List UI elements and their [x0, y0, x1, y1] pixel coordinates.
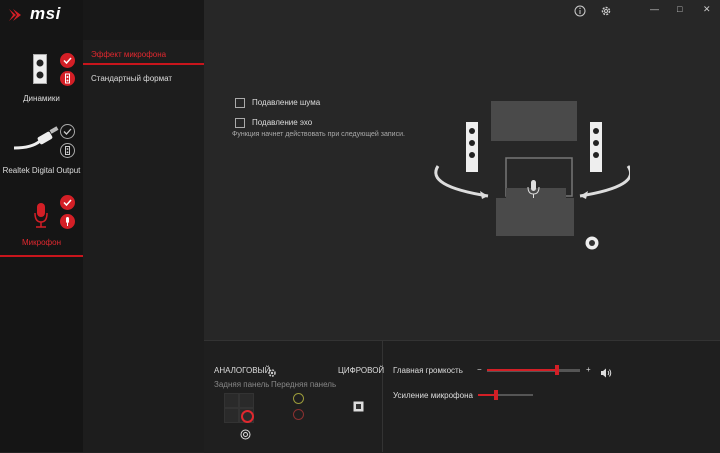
mic-boost-label: Усиление микрофона	[393, 391, 473, 400]
device-digital-output[interactable]: Realtek Digital Output	[0, 112, 83, 182]
echo-cancellation-checkbox[interactable]	[235, 118, 245, 128]
speakers-icon	[33, 54, 47, 89]
main-volume-fill	[487, 369, 557, 371]
default-check-icon[interactable]	[60, 195, 75, 210]
info-icon[interactable]	[574, 4, 586, 22]
microphone-icon	[33, 202, 49, 235]
volume-plus-button[interactable]: +	[586, 365, 591, 374]
close-button[interactable]: ✕	[703, 4, 711, 15]
rear-jack-mic-active[interactable]	[239, 408, 254, 423]
digital-cable-icon	[12, 126, 62, 161]
active-device-indicator	[0, 255, 83, 257]
device-microphone[interactable]: Микрофон	[0, 184, 83, 256]
analog-label: АНАЛОГОВЫЙ	[214, 366, 271, 375]
tabs-header	[83, 0, 204, 40]
rear-jack[interactable]	[224, 408, 239, 423]
effect-hint: Функция начнет действовать при следующей…	[232, 131, 405, 138]
speakers-mini-icon	[60, 143, 75, 158]
default-check-icon[interactable]	[60, 53, 75, 68]
mic-jack-icon	[293, 409, 304, 420]
front-jack-mic[interactable]	[293, 409, 304, 420]
room-illustration	[430, 98, 632, 263]
tab-mic-effect[interactable]: Эффект микрофона	[91, 50, 166, 59]
digital-optical-jack[interactable]	[353, 399, 364, 417]
rear-jack-spdif[interactable]	[240, 427, 251, 445]
minimize-button[interactable]: —	[650, 4, 659, 14]
noise-suppression-checkbox[interactable]	[235, 98, 245, 108]
microphone-mini-icon	[60, 214, 75, 229]
msi-logo	[7, 6, 27, 24]
front-panel-label: Передняя панель	[271, 380, 337, 389]
default-check-icon[interactable]	[60, 124, 75, 139]
device-speakers[interactable]: Динамики	[0, 40, 83, 110]
mic-boost-slider[interactable]	[478, 390, 533, 400]
main-volume-slider[interactable]	[487, 365, 580, 375]
tab-standard-format[interactable]: Стандартный формат	[91, 74, 172, 83]
mic-boost-thumb[interactable]	[494, 390, 498, 400]
rear-jack[interactable]	[239, 393, 254, 408]
digital-label: ЦИФРОВОЙ	[338, 366, 385, 375]
device-label: Realtek Digital Output	[2, 166, 81, 175]
gear-icon[interactable]	[600, 4, 612, 22]
mic-jack-icon	[241, 410, 254, 423]
speaker-volume-icon[interactable]	[600, 365, 612, 383]
device-label: Микрофон	[22, 238, 61, 247]
rear-jack[interactable]	[224, 393, 239, 408]
logo-text: msi	[30, 4, 61, 23]
active-tab-indicator	[83, 63, 204, 65]
tabs-panel	[83, 40, 204, 452]
echo-cancellation-label: Подавление эхо	[252, 118, 313, 127]
noise-suppression-label: Подавление шума	[252, 98, 321, 107]
volume-minus-button[interactable]: −	[477, 365, 482, 374]
main-volume-thumb[interactable]	[555, 365, 559, 375]
divider	[382, 341, 383, 452]
main-volume-label: Главная громкость	[393, 366, 463, 375]
device-label: Динамики	[23, 94, 60, 103]
headphone-jack-icon	[293, 393, 304, 404]
front-jack-headphone[interactable]	[293, 393, 304, 404]
speakers-mini-icon	[60, 71, 75, 86]
maximize-button[interactable]: □	[677, 4, 682, 14]
rear-panel-label: Задняя панель	[214, 380, 270, 389]
